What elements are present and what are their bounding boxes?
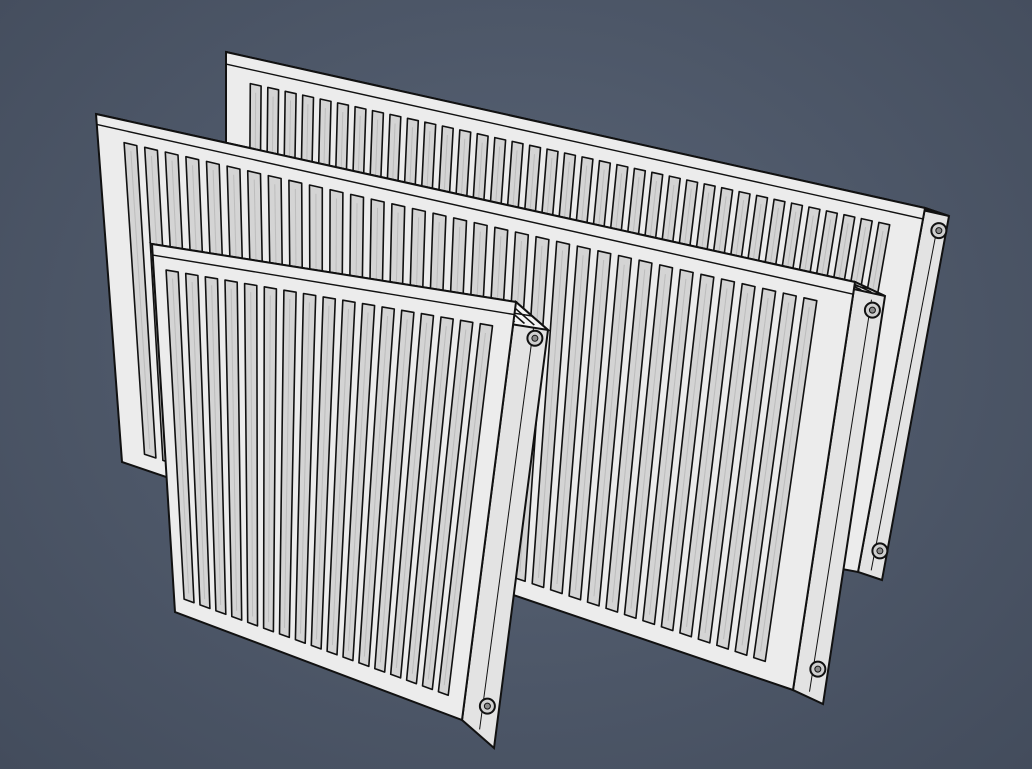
render-viewport (0, 0, 1032, 769)
radiator-front (148, 242, 552, 750)
pipe-connector-hole (876, 547, 884, 555)
pipe-connector-hole (935, 227, 943, 235)
pipe-connector-hole (868, 306, 876, 314)
radiators-scene (94, 50, 951, 750)
pipe-connector-hole (483, 702, 491, 710)
pipe-connector-hole (531, 334, 539, 342)
pipe-connector-hole (814, 665, 822, 673)
